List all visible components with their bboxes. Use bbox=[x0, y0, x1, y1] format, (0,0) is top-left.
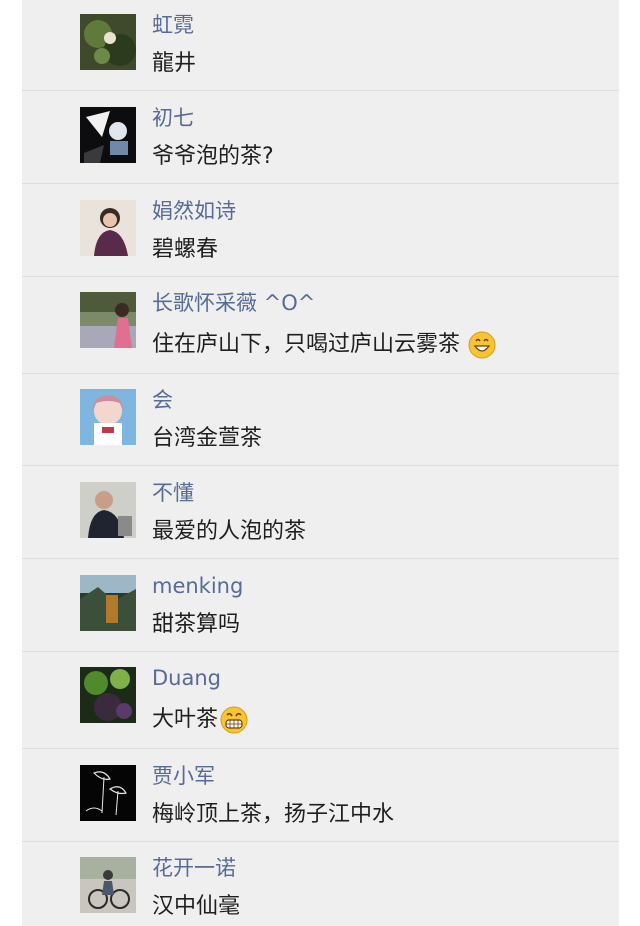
comment-item: 虹霓 龍井 bbox=[22, 0, 619, 90]
comment-text: 住在庐山下，只喝过庐山云雾茶 bbox=[152, 331, 496, 359]
comment-text-content: 梅岭顶上茶，扬子江中水 bbox=[152, 802, 395, 827]
avatar[interactable] bbox=[80, 667, 136, 723]
big-grin-emoji-icon bbox=[220, 706, 248, 734]
comment-item: 长歌怀采薇 ^O^ 住在庐山下，只喝过庐山云雾茶 bbox=[22, 277, 619, 373]
comment-text-content: 甜茶算吗 bbox=[152, 612, 241, 637]
comment-item: 初七 爷爷泡的茶? bbox=[22, 91, 619, 183]
avatar[interactable] bbox=[80, 575, 136, 631]
avatar[interactable] bbox=[80, 107, 136, 163]
avatar[interactable] bbox=[80, 482, 136, 538]
commenter-name[interactable]: 长歌怀采薇 ^O^ bbox=[152, 290, 315, 316]
comment-item: 贾小军 梅岭顶上茶，扬子江中水 bbox=[22, 749, 619, 841]
comment-text: 碧螺春 bbox=[152, 236, 218, 264]
comment-item: 不懂 最爱的人泡的茶 bbox=[22, 466, 619, 558]
comment-list: 虹霓 龍井 初七 爷爷泡的茶? 娟然如诗 碧螺春 长歌怀采薇 ^O^ 住在庐山下… bbox=[22, 0, 619, 926]
commenter-name[interactable]: 娟然如诗 bbox=[152, 198, 236, 224]
comment-text: 爷爷泡的茶? bbox=[152, 143, 274, 171]
comment-text: 龍井 bbox=[152, 50, 196, 78]
comment-text-content: 台湾金萱茶 bbox=[152, 426, 263, 451]
avatar[interactable] bbox=[80, 389, 136, 445]
commenter-name[interactable]: 会 bbox=[152, 387, 173, 413]
comment-item: 娟然如诗 碧螺春 bbox=[22, 184, 619, 276]
commenter-name[interactable]: 贾小军 bbox=[152, 763, 215, 789]
comment-text: 汉中仙毫 bbox=[152, 893, 240, 921]
avatar[interactable] bbox=[80, 292, 136, 348]
commenter-name[interactable]: menking bbox=[152, 573, 243, 599]
commenter-name[interactable]: 初七 bbox=[152, 105, 194, 131]
comment-text-content: 爷爷泡的茶? bbox=[152, 144, 274, 169]
comment-item: menking 甜茶算吗 bbox=[22, 559, 619, 651]
commenter-name[interactable]: 花开一诺 bbox=[152, 855, 236, 881]
comment-text: 大叶茶 bbox=[152, 706, 248, 734]
comment-text: 梅岭顶上茶，扬子江中水 bbox=[152, 801, 394, 829]
comment-text-content: 汉中仙毫 bbox=[152, 894, 241, 919]
comment-item: 会 台湾金萱茶 bbox=[22, 374, 619, 465]
comment-text-content: 碧螺春 bbox=[152, 237, 219, 262]
comment-text: 最爱的人泡的茶 bbox=[152, 518, 306, 546]
comment-item: 花开一诺 汉中仙毫 bbox=[22, 842, 619, 926]
avatar[interactable] bbox=[80, 765, 136, 821]
comment-text-content: 龍井 bbox=[152, 51, 197, 76]
comment-text-content: 住在庐山下，只喝过庐山云雾茶 bbox=[152, 332, 461, 357]
commenter-name[interactable]: 虹霓 bbox=[152, 12, 194, 38]
avatar[interactable] bbox=[80, 200, 136, 256]
avatar[interactable] bbox=[80, 14, 136, 70]
comment-text-content: 大叶茶 bbox=[152, 707, 219, 732]
commenter-name[interactable]: Duang bbox=[152, 665, 221, 691]
comment-text-content: 最爱的人泡的茶 bbox=[152, 519, 307, 544]
commenter-name[interactable]: 不懂 bbox=[152, 480, 194, 506]
comment-item: Duang 大叶茶 bbox=[22, 652, 619, 748]
avatar[interactable] bbox=[80, 857, 136, 913]
comment-text: 甜茶算吗 bbox=[152, 611, 240, 639]
grin-emoji-icon bbox=[468, 331, 496, 359]
comment-text: 台湾金萱茶 bbox=[152, 425, 262, 453]
